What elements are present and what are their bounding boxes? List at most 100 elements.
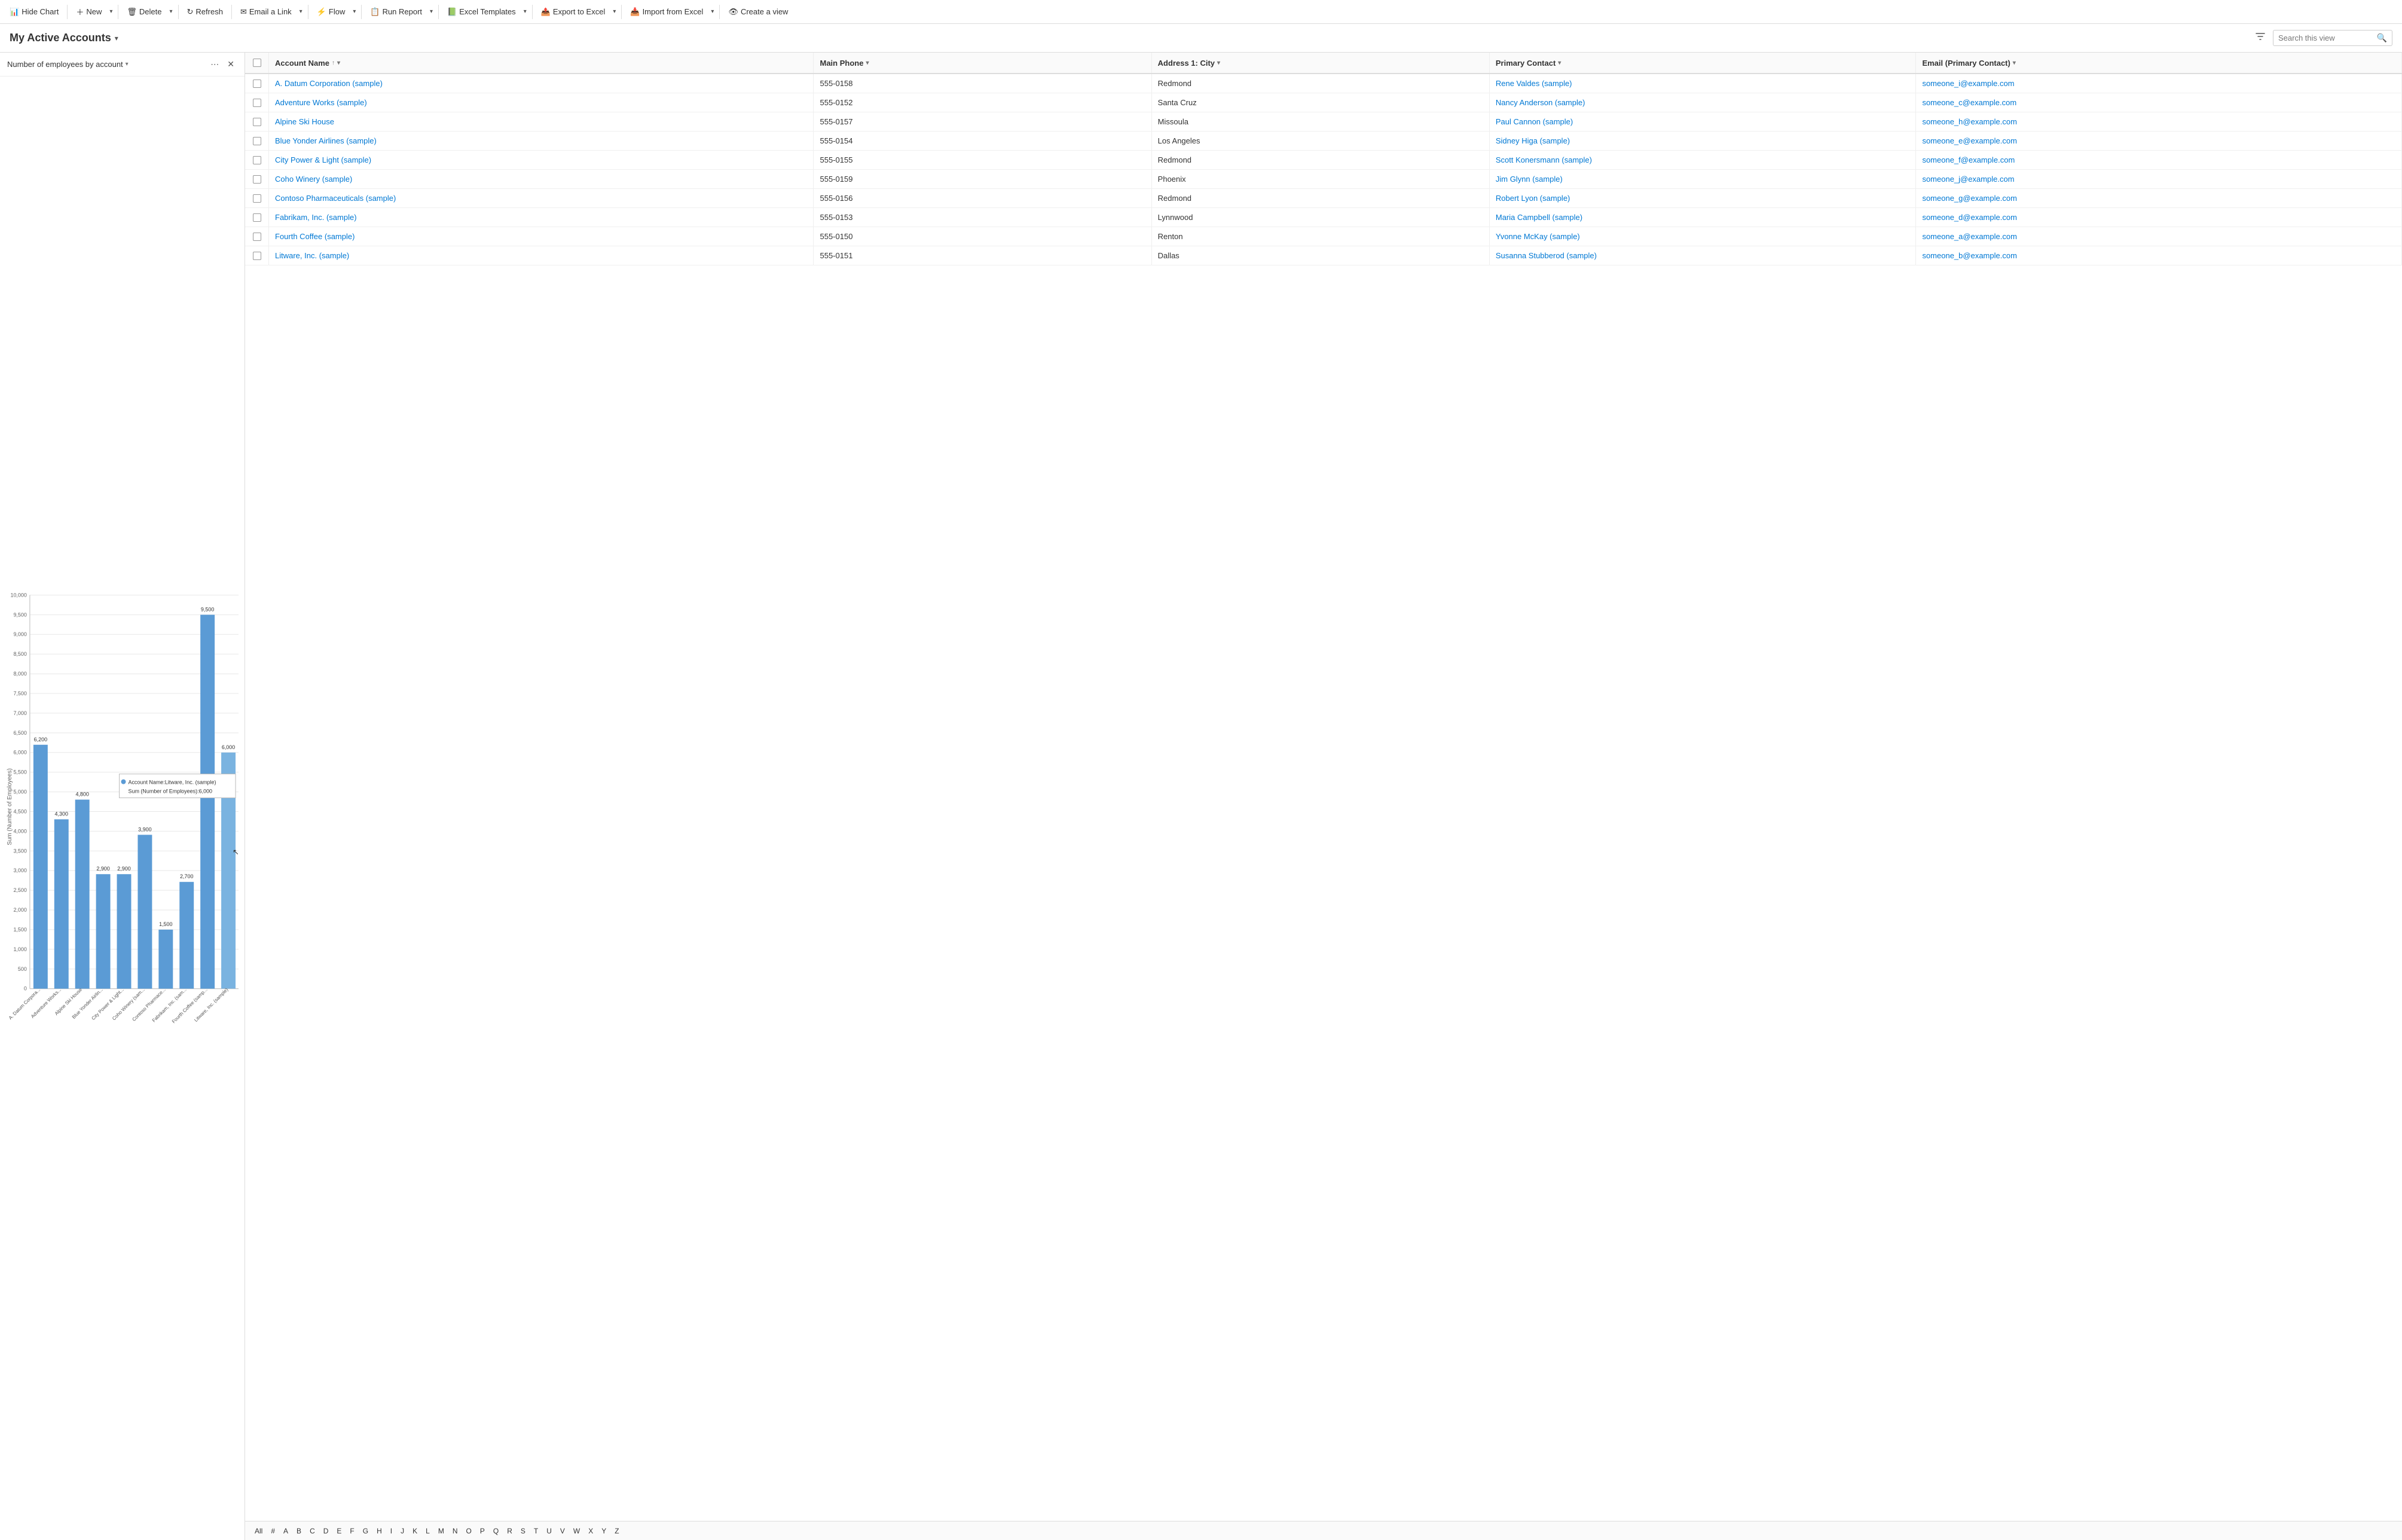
footer-x-button[interactable]: X [585,1526,597,1536]
primary-contact-link[interactable]: Sidney Higa (sample) [1496,136,1570,145]
export-excel-button[interactable]: 📤 Export to Excel [536,5,610,19]
new-dropdown-button[interactable]: ▾ [108,6,114,17]
footer-m-button[interactable]: M [435,1526,448,1536]
account-name-link[interactable]: City Power & Light (sample) [275,155,371,164]
bar-3[interactable] [96,874,111,989]
search-box[interactable]: 🔍 [2273,30,2392,46]
footer-u-button[interactable]: U [543,1526,555,1536]
new-button[interactable]: ＋ New [71,4,106,20]
row-checkbox[interactable] [253,156,261,164]
account-name-link[interactable]: Litware, Inc. (sample) [275,251,349,260]
account-name-link[interactable]: Blue Yonder Airlines (sample) [275,136,377,145]
email-link[interactable]: someone_a@example.com [1922,232,2016,241]
bar-6[interactable] [158,930,173,989]
filter-email-icon[interactable]: ▾ [2013,60,2016,66]
footer-j-button[interactable]: J [397,1526,408,1536]
primary-contact-link[interactable]: Jim Glynn (sample) [1496,175,1563,184]
primary-contact-link[interactable]: Maria Campbell (sample) [1496,213,1582,222]
footer-n-button[interactable]: N [449,1526,462,1536]
row-checkbox[interactable] [253,233,261,241]
chart-title[interactable]: Number of employees by account ▾ [7,60,129,69]
primary-contact-link[interactable]: Rene Valdes (sample) [1496,79,1572,88]
footer-b-button[interactable]: B [293,1526,305,1536]
footer-a-button[interactable]: A [280,1526,292,1536]
filter-address-city-icon[interactable]: ▾ [1217,60,1220,66]
footer-f-button[interactable]: F [346,1526,357,1536]
primary-contact-link[interactable]: Yvonne McKay (sample) [1496,232,1580,241]
footer-v-button[interactable]: V [557,1526,569,1536]
primary-contact-link[interactable]: Scott Konersmann (sample) [1496,155,1592,164]
account-name-link[interactable]: Coho Winery (sample) [275,175,352,184]
row-checkbox[interactable] [253,194,261,203]
account-name-link[interactable]: Fourth Coffee (sample) [275,232,355,241]
filter-primary-contact-icon[interactable]: ▾ [1558,60,1561,66]
bar-0[interactable] [33,745,48,989]
col-header-main-phone[interactable]: Main Phone ▾ [814,53,1151,73]
footer-h-button[interactable]: H [373,1526,386,1536]
account-name-link[interactable]: Adventure Works (sample) [275,98,367,107]
email-link[interactable]: someone_i@example.com [1922,79,2014,88]
hide-chart-button[interactable]: 📊 Hide Chart [5,5,63,19]
email-link[interactable]: someone_h@example.com [1922,117,2016,126]
bar-2[interactable] [75,800,90,989]
email-link[interactable]: someone_j@example.com [1922,175,2014,184]
col-header-address-city[interactable]: Address 1: City ▾ [1152,53,1490,73]
filter-main-phone-icon[interactable]: ▾ [866,60,869,66]
create-view-button[interactable]: 👁 Create a view [723,5,793,19]
footer-w-button[interactable]: W [570,1526,583,1536]
email-link-dropdown-button[interactable]: ▾ [298,6,304,17]
footer-hash-button[interactable]: # [267,1526,279,1536]
bar-4[interactable] [117,874,132,989]
refresh-button[interactable]: ↻ Refresh [182,5,228,19]
email-link[interactable]: someone_d@example.com [1922,213,2016,222]
account-name-link[interactable]: Contoso Pharmaceuticals (sample) [275,194,396,203]
footer-y-button[interactable]: Y [598,1526,610,1536]
account-name-link[interactable]: A. Datum Corporation (sample) [275,79,383,88]
email-link[interactable]: someone_c@example.com [1922,98,2016,107]
filter-button[interactable] [2253,29,2268,47]
excel-templates-dropdown-button[interactable]: ▾ [522,6,528,17]
account-name-link[interactable]: Fabrikam, Inc. (sample) [275,213,357,222]
footer-c-button[interactable]: C [306,1526,319,1536]
filter-account-name-icon[interactable]: ▾ [337,60,340,66]
bar-5[interactable] [137,835,152,988]
row-checkbox[interactable] [253,80,261,88]
page-title-dropdown-icon[interactable]: ▾ [115,34,118,42]
email-link[interactable]: someone_e@example.com [1922,136,2016,145]
col-header-primary-contact[interactable]: Primary Contact ▾ [1490,53,1917,73]
delete-dropdown-button[interactable]: ▾ [167,6,174,17]
row-checkbox[interactable] [253,137,261,145]
bar-7[interactable] [179,882,194,989]
footer-e-button[interactable]: E [333,1526,345,1536]
footer-o-button[interactable]: O [463,1526,475,1536]
run-report-dropdown-button[interactable]: ▾ [428,6,435,17]
email-link-button[interactable]: ✉ Email a Link [236,5,297,19]
account-name-link[interactable]: Alpine Ski House [275,117,334,126]
primary-contact-link[interactable]: Robert Lyon (sample) [1496,194,1570,203]
footer-p-button[interactable]: P [476,1526,488,1536]
bar-1[interactable] [54,819,69,988]
col-header-email[interactable]: Email (Primary Contact) ▾ [1916,53,2402,73]
footer-all-button[interactable]: All [251,1526,266,1536]
footer-z-button[interactable]: Z [611,1526,622,1536]
footer-k-button[interactable]: K [409,1526,421,1536]
search-input[interactable] [2278,33,2373,42]
footer-t-button[interactable]: T [530,1526,542,1536]
footer-g-button[interactable]: G [359,1526,372,1536]
footer-q-button[interactable]: Q [490,1526,502,1536]
footer-d-button[interactable]: D [320,1526,332,1536]
primary-contact-link[interactable]: Susanna Stubberod (sample) [1496,251,1597,260]
run-report-button[interactable]: 📋 Run Report [365,5,427,19]
row-checkbox[interactable] [253,175,261,184]
bar-8[interactable] [200,615,215,988]
row-checkbox[interactable] [253,252,261,260]
email-link[interactable]: someone_b@example.com [1922,251,2016,260]
flow-dropdown-button[interactable]: ▾ [351,6,357,17]
footer-l-button[interactable]: L [422,1526,433,1536]
import-excel-button[interactable]: 📥 Import from Excel [625,5,708,19]
select-all-checkbox[interactable] [253,59,261,67]
primary-contact-link[interactable]: Nancy Anderson (sample) [1496,98,1585,107]
delete-button[interactable]: 🗑 Delete [122,5,166,19]
footer-r-button[interactable]: R [503,1526,516,1536]
row-checkbox[interactable] [253,118,261,126]
